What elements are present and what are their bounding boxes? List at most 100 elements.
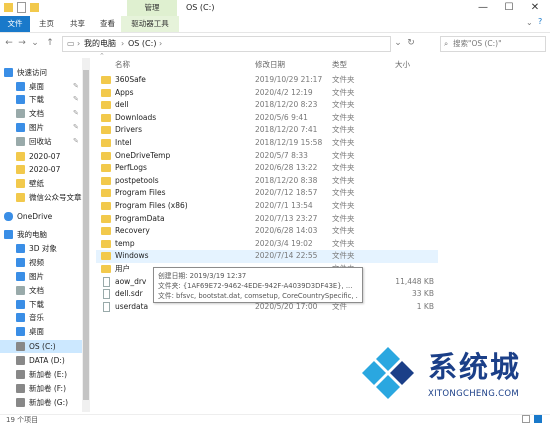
pin-icon[interactable]: ✎ xyxy=(73,93,79,106)
sidebar-item[interactable]: 文档 xyxy=(0,284,82,297)
computer-icon: ▭ xyxy=(67,39,75,48)
sidebar-item[interactable]: 图片 xyxy=(0,270,82,283)
sidebar-item[interactable]: 我的电脑 xyxy=(0,228,82,241)
sidebar-item[interactable]: 下载 ✎ xyxy=(0,93,82,106)
sidebar-item[interactable]: 音乐 xyxy=(0,311,82,324)
sidebar-item[interactable]: 视频 xyxy=(0,256,82,269)
file-icon xyxy=(103,289,110,300)
chevron-down-icon[interactable]: ⌄ xyxy=(526,18,533,27)
search-input[interactable]: ⌕ 搜索"OS (C:)" xyxy=(440,36,546,52)
file-row[interactable]: 360Safe 2019/10/29 21:17 文件夹 xyxy=(96,74,438,87)
help-icon[interactable]: ? xyxy=(538,17,542,26)
sidebar-item[interactable]: 3D 对象 xyxy=(0,242,82,255)
column-date[interactable]: 修改日期 xyxy=(255,59,285,71)
folder-icon xyxy=(16,165,25,174)
back-arrow-icon[interactable]: ← xyxy=(3,36,15,50)
file-row[interactable]: temp 2020/3/4 19:02 文件夹 xyxy=(96,238,438,251)
file-date: 2020/7/14 22:55 xyxy=(255,251,318,261)
sort-up-icon: ⌃ xyxy=(99,52,105,60)
sidebar-item[interactable]: 新加卷 (F:) xyxy=(0,382,82,395)
details-view-icon[interactable] xyxy=(522,415,530,423)
chevron-right-icon: › xyxy=(121,39,125,48)
file-row[interactable]: PerfLogs 2020/6/28 13:22 文件夹 xyxy=(96,162,438,175)
file-type: 文件夹 xyxy=(332,100,355,110)
file-type: 文件夹 xyxy=(332,163,355,173)
sidebar-item[interactable]: OneDrive xyxy=(0,210,82,223)
sidebar-item-label: 回收站 xyxy=(29,137,52,146)
pin-icon[interactable]: ✎ xyxy=(73,121,79,134)
refresh-icon[interactable]: ↻ xyxy=(405,36,417,50)
file-row[interactable]: dell 2018/12/20 8:23 文件夹 xyxy=(96,99,438,112)
large-icons-view-icon[interactable] xyxy=(534,415,542,423)
pin-icon[interactable]: ✎ xyxy=(73,80,79,93)
file-name: 用户 xyxy=(115,264,130,273)
sidebar-item[interactable]: 壁纸 xyxy=(0,177,82,190)
forward-arrow-icon[interactable]: → xyxy=(16,36,28,50)
file-row[interactable]: Windows 2020/7/14 22:55 文件夹 xyxy=(96,250,438,263)
sidebar-item[interactable]: 文档 ✎ xyxy=(0,107,82,120)
folder-icon xyxy=(101,151,111,160)
file-date: 2018/12/20 7:41 xyxy=(255,125,318,135)
file-row[interactable]: OneDriveTemp 2020/5/7 8:33 文件夹 xyxy=(96,150,438,163)
sidebar-item[interactable]: 回收站 ✎ xyxy=(0,135,82,148)
column-type[interactable]: 类型 xyxy=(332,59,347,71)
pin-icon[interactable]: ✎ xyxy=(73,107,79,120)
sidebar-item[interactable]: 下载 xyxy=(0,298,82,311)
properties-icon[interactable] xyxy=(17,2,26,13)
column-name[interactable]: 名称 xyxy=(115,59,130,71)
file-row[interactable]: Drivers 2018/12/20 7:41 文件夹 xyxy=(96,124,438,137)
tab-drive-tools[interactable]: 驱动器工具 xyxy=(121,16,179,32)
tooltip-files: 文件: bfsvc, bootstat.dat, comsetup, CoreC… xyxy=(158,292,358,300)
context-tab-manage[interactable]: 管理 xyxy=(127,0,177,16)
sidebar-scrollbar-thumb[interactable] xyxy=(83,70,89,400)
file-row[interactable]: postpetools 2018/12/20 8:38 文件夹 xyxy=(96,175,438,188)
sidebar-item[interactable]: 微信公众号文章 xyxy=(0,191,82,204)
folder-icon xyxy=(101,76,111,84)
file-row[interactable]: Recovery 2020/6/28 14:03 文件夹 xyxy=(96,225,438,238)
maximize-button[interactable]: ☐ xyxy=(496,0,522,16)
sidebar-item[interactable]: 2020-07 xyxy=(0,163,82,176)
sidebar-item[interactable]: 桌面 ✎ xyxy=(0,80,82,93)
sidebar-item[interactable]: 新加卷 (G:) xyxy=(0,396,82,409)
file-row[interactable]: Program Files 2020/7/12 18:57 文件夹 xyxy=(96,187,438,200)
file-type: 文件夹 xyxy=(332,138,355,147)
file-row[interactable]: Apps 2020/4/2 12:19 文件夹 xyxy=(96,87,438,100)
breadcrumb-computer[interactable]: 我的电脑 xyxy=(84,37,116,51)
desktop-icon xyxy=(16,327,25,336)
tab-home[interactable]: 主页 xyxy=(39,16,54,32)
sidebar-item-label: 下载 xyxy=(29,95,44,104)
sidebar-item[interactable]: 新加卷 (E:) xyxy=(0,368,82,381)
file-icon xyxy=(103,301,110,312)
close-button[interactable]: ✕ xyxy=(522,0,548,16)
folder-icon xyxy=(101,113,111,122)
sidebar-item[interactable]: 图片 ✎ xyxy=(0,121,82,134)
address-bar[interactable]: ▭ › 我的电脑 › OS (C:) › xyxy=(62,36,391,52)
sidebar-item[interactable]: 快速访问 xyxy=(0,66,82,79)
file-row[interactable]: Downloads 2020/5/6 9:41 文件夹 xyxy=(96,112,438,125)
sidebar-item-label: 桌面 xyxy=(29,82,44,91)
file-row[interactable]: Intel 2018/12/19 15:58 文件夹 xyxy=(96,137,438,150)
chevron-down-icon[interactable]: ⌄ xyxy=(392,36,404,50)
file-date: 2018/12/20 8:23 xyxy=(255,100,318,110)
tab-share[interactable]: 共享 xyxy=(70,16,85,32)
sidebar-item-label: 快速访问 xyxy=(17,68,47,77)
tab-view[interactable]: 查看 xyxy=(100,16,115,32)
sidebar-item[interactable]: 2020-07 xyxy=(0,150,82,163)
sidebar-item-label: 新加卷 (E:) xyxy=(29,370,68,379)
new-folder-icon[interactable] xyxy=(30,3,39,12)
folder-icon xyxy=(101,164,111,173)
sidebar-item[interactable]: OS (C:) xyxy=(0,340,82,353)
breadcrumb-drive[interactable]: OS (C:) xyxy=(128,37,156,51)
sidebar-item-label: 桌面 xyxy=(29,327,44,336)
pin-icon[interactable]: ✎ xyxy=(73,135,79,148)
file-row[interactable]: Program Files (x86) 2020/7/1 13:54 文件夹 xyxy=(96,200,438,213)
file-type: 文件夹 xyxy=(332,125,355,135)
file-row[interactable]: ProgramData 2020/7/13 23:27 文件夹 xyxy=(96,213,438,226)
up-arrow-icon[interactable]: ↑ xyxy=(44,36,56,50)
sidebar-item[interactable]: DATA (D:) xyxy=(0,354,82,367)
tab-file[interactable]: 文件 xyxy=(0,16,30,32)
column-size[interactable]: 大小 xyxy=(395,59,410,71)
minimize-button[interactable]: — xyxy=(470,0,496,16)
sidebar-item[interactable]: 桌面 xyxy=(0,325,82,338)
chevron-down-icon[interactable]: ⌄ xyxy=(29,36,41,50)
